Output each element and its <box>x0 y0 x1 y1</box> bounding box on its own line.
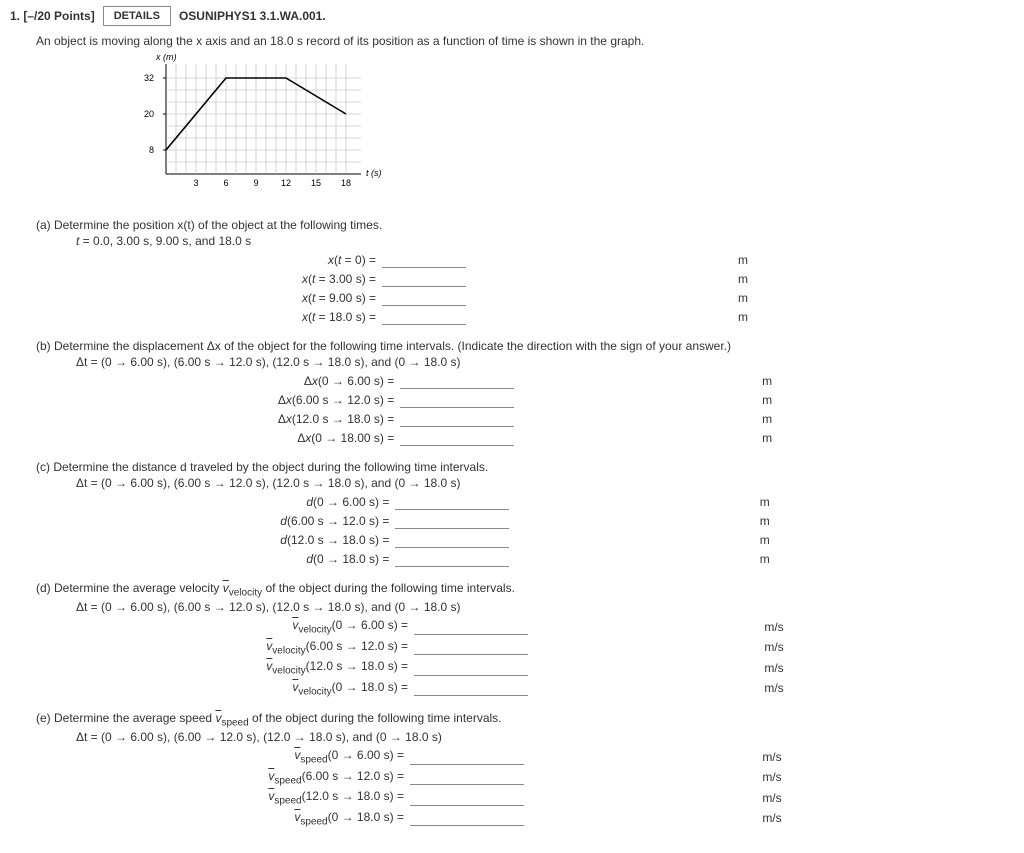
input-b-1[interactable] <box>400 392 514 408</box>
input-e-0[interactable] <box>410 749 524 765</box>
input-d-3[interactable] <box>414 680 528 696</box>
details-button[interactable]: DETAILS <box>103 6 171 26</box>
part-e-grid: vspeed(0 → 6.00 s) = m/s vspeed(6.00 s →… <box>36 748 1014 827</box>
part-b-label: (b) Determine the displacement Δx of the… <box>36 339 1014 353</box>
input-c-0[interactable] <box>395 494 509 510</box>
input-e-3[interactable] <box>410 810 524 826</box>
part-d-grid: vvelocity(0 → 6.00 s) = m/s vvelocity(6.… <box>36 618 1014 697</box>
svg-text:3: 3 <box>193 178 198 188</box>
svg-text:32: 32 <box>144 73 154 83</box>
part-c-sub: Δt = (0 → 6.00 s), (6.00 s → 12.0 s), (1… <box>76 476 1014 490</box>
position-graph: x (m) t (s) 32 20 8 3 6 9 12 15 18 <box>126 54 1014 204</box>
svg-text:6: 6 <box>223 178 228 188</box>
svg-text:t (s): t (s) <box>366 168 382 178</box>
input-c-1[interactable] <box>395 513 509 529</box>
part-b-sub: Δt = (0 → 6.00 s), (6.00 s → 12.0 s), (1… <box>76 355 1014 369</box>
svg-text:20: 20 <box>144 109 154 119</box>
input-c-2[interactable] <box>395 532 509 548</box>
points-label: 1. [–/20 Points] <box>10 9 95 23</box>
part-d-sub: Δt = (0 → 6.00 s), (6.00 s → 12.0 s), (1… <box>76 600 1014 614</box>
part-e-sub: Δt = (0 → 6.00 s), (6.00 → 12.0 s), (12.… <box>76 730 1014 744</box>
part-d-label: (d) Determine the average velocity vvelo… <box>36 581 1014 598</box>
svg-text:12: 12 <box>281 178 291 188</box>
input-a-3[interactable] <box>382 309 466 325</box>
input-d-0[interactable] <box>414 619 528 635</box>
part-a-sub: t = t = 0.0, 3.00 s, 9.00 s, and 18.0 s0… <box>76 234 1014 248</box>
input-d-1[interactable] <box>414 639 528 655</box>
input-e-1[interactable] <box>410 769 524 785</box>
input-b-3[interactable] <box>400 430 514 446</box>
source-label: OSUNIPHYS1 3.1.WA.001. <box>179 9 326 23</box>
input-e-2[interactable] <box>410 790 524 806</box>
svg-text:18: 18 <box>341 178 351 188</box>
part-e-label: (e) Determine the average speed vspeed o… <box>36 711 1014 728</box>
part-c-label: (c) Determine the distance d traveled by… <box>36 460 1014 474</box>
svg-text:9: 9 <box>253 178 258 188</box>
part-a-label: (a) Determine the position x(t) of the o… <box>36 218 1014 232</box>
input-a-0[interactable] <box>382 252 466 268</box>
svg-text:x (m): x (m) <box>155 54 177 62</box>
input-b-0[interactable] <box>400 373 514 389</box>
svg-text:8: 8 <box>149 145 154 155</box>
svg-text:15: 15 <box>311 178 321 188</box>
input-d-2[interactable] <box>414 660 528 676</box>
input-a-1[interactable] <box>382 271 466 287</box>
part-c-grid: d(0 → 6.00 s) = m d(6.00 s → 12.0 s) = m… <box>36 494 1014 567</box>
problem-prompt: An object is moving along the x axis and… <box>36 34 1014 48</box>
part-a-grid: x(t = 0) = m x(t = 3.00 s) = m x(t = 9.0… <box>36 252 1014 325</box>
input-b-2[interactable] <box>400 411 514 427</box>
input-a-2[interactable] <box>382 290 466 306</box>
input-c-3[interactable] <box>395 551 509 567</box>
part-b-grid: Δx(0 → 6.00 s) = m Δx(6.00 s → 12.0 s) =… <box>36 373 1014 446</box>
